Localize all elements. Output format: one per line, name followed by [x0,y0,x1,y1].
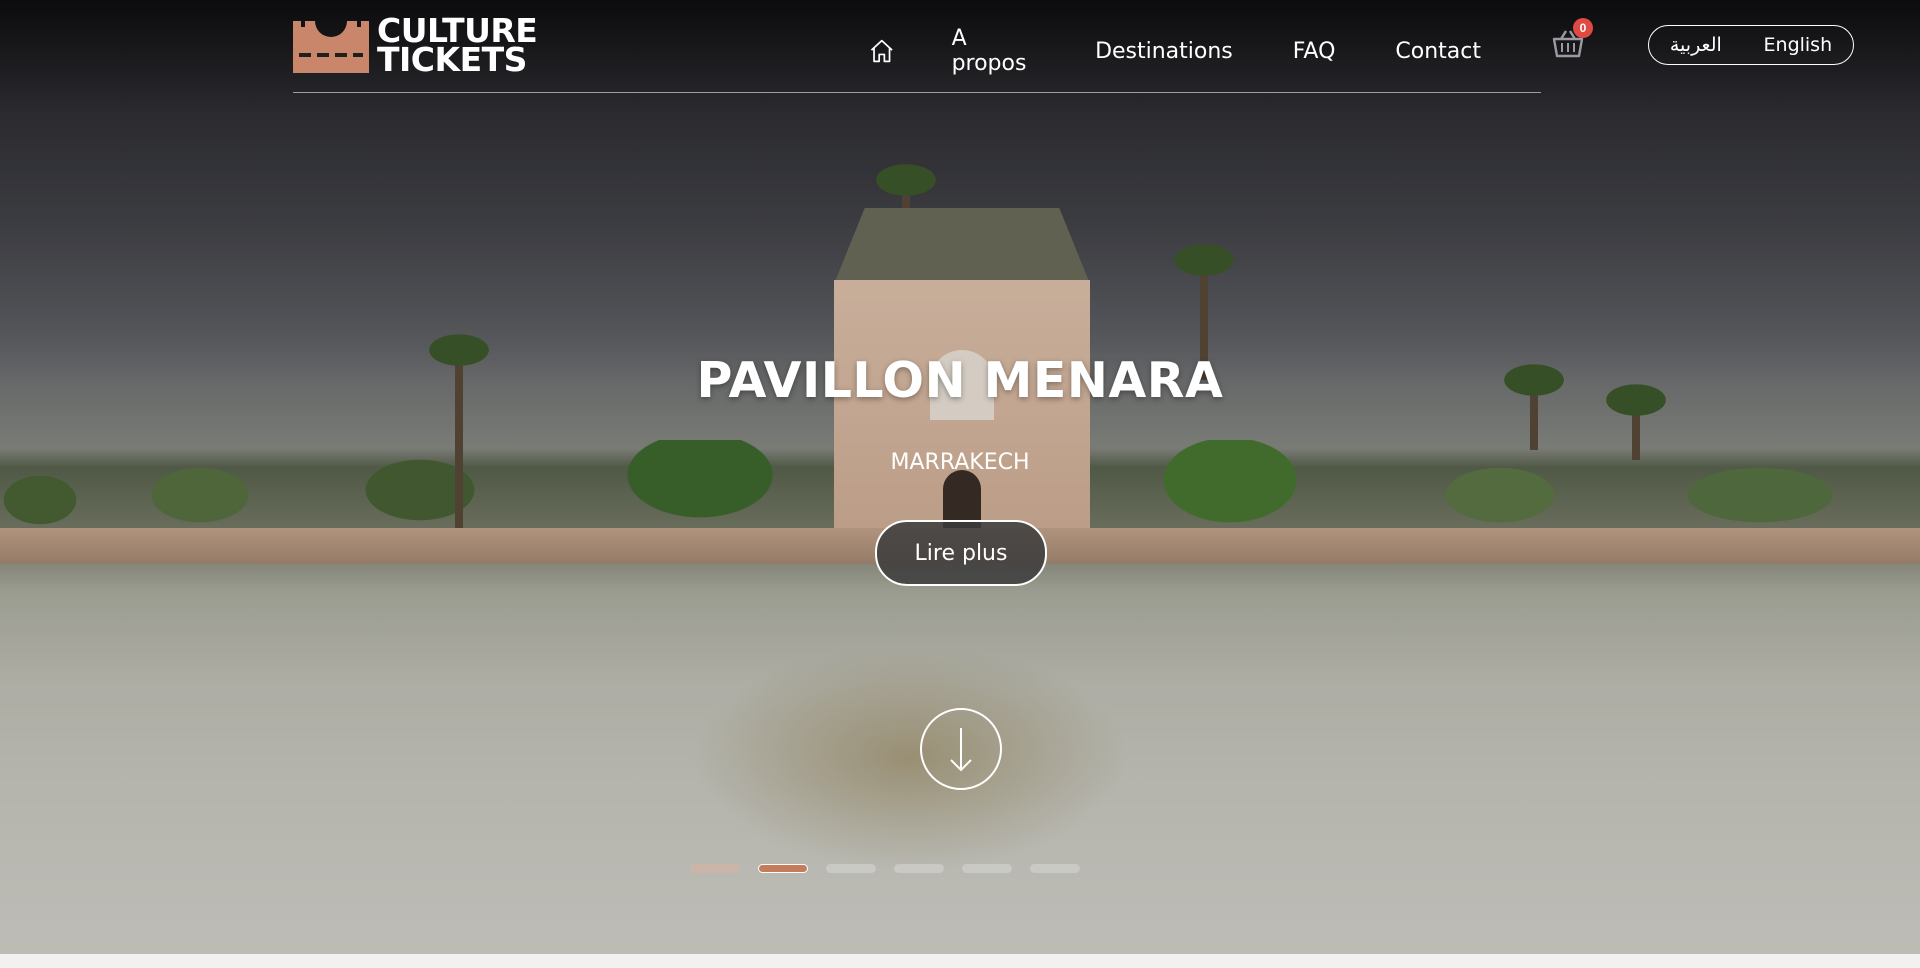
hero-banner [0,0,1920,954]
logo-text: CULTURE TICKETS [377,14,538,79]
hero-subtitle: MARRAKECH [890,450,1030,475]
site-header: CULTURE TICKETS A propos Destinations FA… [293,0,1593,93]
slider-dot-5[interactable] [962,864,1012,873]
home-icon[interactable] [868,35,896,67]
hero-title: PAVILLON MENARA [696,352,1224,409]
slider-dot-4[interactable] [894,864,944,873]
slider-dot-6[interactable] [1030,864,1080,873]
castle-logo-icon [293,21,369,73]
lang-arabic[interactable]: العربية [1670,34,1722,56]
slider-dot-1[interactable] [690,864,740,873]
arrow-down-icon [950,728,972,772]
nav-link-about[interactable]: A propos [952,26,1036,76]
hero-overlay [0,0,1920,954]
nav-link-faq[interactable]: FAQ [1293,39,1336,64]
scroll-down-button[interactable] [920,708,1002,790]
slider-pagination [690,864,1098,873]
read-more-button[interactable]: Lire plus [875,520,1047,586]
site-logo[interactable]: CULTURE TICKETS [293,14,538,79]
slider-dot-3[interactable] [826,864,876,873]
main-nav: A propos Destinations FAQ Contact [868,26,1541,76]
cart-count-badge: 0 [1573,18,1593,38]
nav-link-contact[interactable]: Contact [1395,39,1481,64]
logo-line-2: TICKETS [377,40,527,79]
slider-dot-2-active[interactable] [758,864,808,873]
nav-link-destinations[interactable]: Destinations [1095,39,1233,64]
page-bottom-edge [0,954,1920,968]
lang-english[interactable]: English [1764,34,1833,56]
language-switcher: العربية English [1648,25,1854,65]
